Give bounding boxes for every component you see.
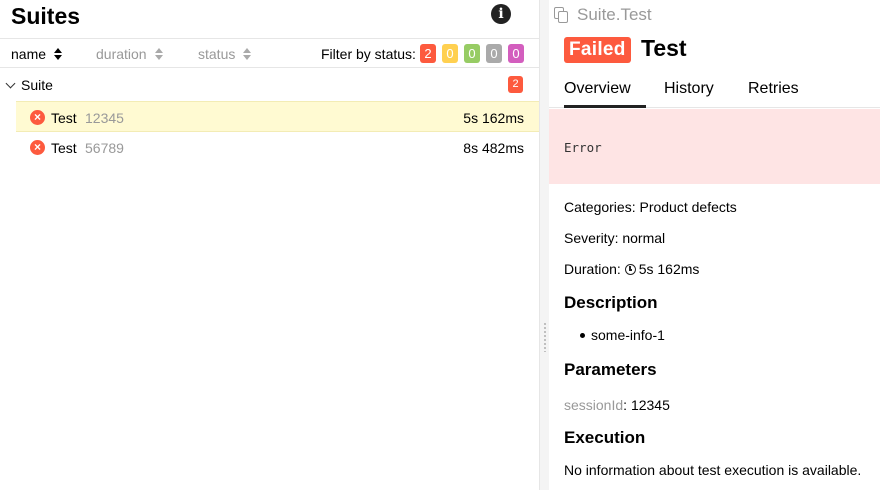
test-uid: 56789 bbox=[85, 140, 124, 156]
duration-value: 5s 162ms bbox=[638, 261, 700, 277]
failed-status-icon: × bbox=[30, 110, 45, 125]
drag-handle-icon[interactable] bbox=[543, 322, 547, 352]
filter-unknown-badge[interactable]: 0 bbox=[508, 44, 524, 63]
info-icon[interactable]: i bbox=[491, 4, 511, 24]
tab-history[interactable]: History bbox=[664, 80, 714, 108]
sort-arrows-icon bbox=[243, 48, 252, 61]
suite-name: Suite bbox=[21, 77, 53, 93]
parameters-heading: Parameters bbox=[564, 360, 657, 379]
sort-arrows-icon bbox=[54, 48, 63, 61]
execution-heading: Execution bbox=[564, 428, 646, 447]
parameter-row: sessionId: 12345 bbox=[564, 397, 670, 413]
sort-by-name-button[interactable]: name bbox=[11, 46, 63, 62]
tab-overview[interactable]: Overview bbox=[564, 80, 646, 108]
filter-failed-badge[interactable]: 2 bbox=[420, 44, 436, 63]
filter-label: Filter by status: bbox=[321, 46, 416, 62]
chevron-down-icon[interactable] bbox=[5, 78, 16, 89]
test-uid: 12345 bbox=[85, 110, 124, 126]
duration-label: Duration: bbox=[564, 261, 621, 277]
test-details-pane: Suite.Test Failed Test Overview History … bbox=[549, 0, 880, 490]
sort-name-label: name bbox=[11, 46, 47, 62]
tab-bar: Overview History Retries bbox=[549, 75, 880, 108]
test-duration: 5s 162ms bbox=[463, 110, 524, 126]
suites-pane: Suites i name duration status Filter by … bbox=[0, 0, 539, 490]
description-item: some-info-1 bbox=[580, 327, 665, 343]
sort-bar: name duration status Filter by status: bbox=[0, 38, 539, 68]
pane-splitter[interactable] bbox=[539, 0, 549, 490]
parameter-value: 12345 bbox=[630, 397, 670, 413]
execution-text: No information about test execution is a… bbox=[564, 462, 862, 478]
error-message-box: Error bbox=[549, 109, 880, 184]
tab-retries[interactable]: Retries bbox=[748, 80, 799, 108]
parameter-key: sessionId bbox=[564, 397, 624, 413]
sort-by-status-button[interactable]: status bbox=[198, 46, 252, 62]
description-heading: Description bbox=[564, 293, 658, 312]
status-badge: Failed bbox=[564, 37, 631, 63]
sort-arrows-icon bbox=[154, 48, 163, 61]
filter-skipped-badge[interactable]: 0 bbox=[486, 44, 502, 63]
test-name: Test bbox=[51, 110, 77, 126]
error-message: Error bbox=[564, 140, 602, 155]
sort-by-duration-button[interactable]: duration bbox=[96, 46, 163, 62]
clock-icon bbox=[624, 264, 636, 275]
test-name: Test bbox=[51, 140, 77, 156]
test-row[interactable]: × Test 12345 5s 162ms bbox=[16, 101, 539, 132]
suite-group-row[interactable]: Suite bbox=[0, 70, 539, 100]
suites-title: Suites bbox=[11, 3, 81, 29]
categories-text: Categories: Product defects bbox=[564, 199, 737, 215]
test-duration: 8s 482ms bbox=[463, 140, 524, 156]
filter-broken-badge[interactable]: 0 bbox=[442, 44, 458, 63]
suite-failed-count-badge: 2 bbox=[508, 76, 523, 93]
filter-passed-badge[interactable]: 0 bbox=[464, 44, 480, 63]
severity-text: Severity: normal bbox=[564, 230, 666, 246]
duration-text: Duration: 5s 162ms bbox=[564, 261, 699, 277]
page-title: Test bbox=[641, 35, 687, 61]
copy-icon[interactable] bbox=[554, 7, 568, 23]
test-row[interactable]: × Test 56789 8s 482ms bbox=[16, 132, 539, 163]
sort-duration-label: duration bbox=[96, 46, 147, 62]
failed-status-icon: × bbox=[30, 140, 45, 155]
sort-status-label: status bbox=[198, 46, 236, 62]
breadcrumb: Suite.Test bbox=[577, 5, 652, 24]
